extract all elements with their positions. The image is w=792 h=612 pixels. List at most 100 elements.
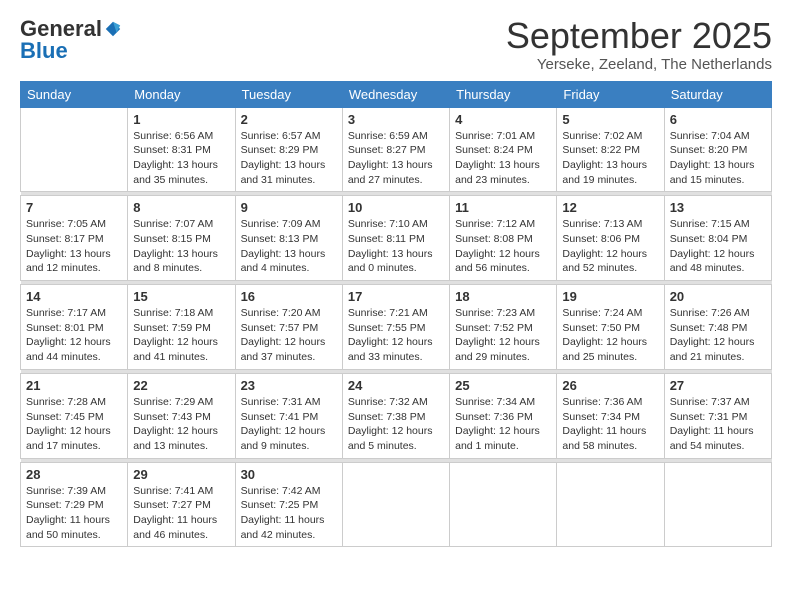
day-cell <box>450 462 557 547</box>
day-cell: 1 Sunrise: 6:56 AMSunset: 8:31 PMDaylight… <box>128 107 235 192</box>
weekday-header: Sunday <box>21 81 128 107</box>
day-info: Sunrise: 7:20 AMSunset: 7:57 PMDaylight:… <box>241 306 337 365</box>
day-cell: 17 Sunrise: 7:21 AMSunset: 7:55 PMDayligh… <box>342 285 449 370</box>
day-info: Sunrise: 7:13 AMSunset: 8:06 PMDaylight:… <box>562 217 658 276</box>
day-number: 25 <box>455 378 551 393</box>
day-cell: 20 Sunrise: 7:26 AMSunset: 7:48 PMDayligh… <box>664 285 771 370</box>
day-cell: 26 Sunrise: 7:36 AMSunset: 7:34 PMDayligh… <box>557 373 664 458</box>
week-row: 1 Sunrise: 6:56 AMSunset: 8:31 PMDaylight… <box>21 107 772 192</box>
day-number: 26 <box>562 378 658 393</box>
day-number: 9 <box>241 200 337 215</box>
day-number: 23 <box>241 378 337 393</box>
day-number: 14 <box>26 289 122 304</box>
day-info: Sunrise: 7:42 AMSunset: 7:25 PMDaylight:… <box>241 484 337 543</box>
day-cell <box>21 107 128 192</box>
day-info: Sunrise: 7:02 AMSunset: 8:22 PMDaylight:… <box>562 129 658 188</box>
day-number: 16 <box>241 289 337 304</box>
day-number: 30 <box>241 467 337 482</box>
day-cell: 12 Sunrise: 7:13 AMSunset: 8:06 PMDayligh… <box>557 196 664 281</box>
day-cell: 19 Sunrise: 7:24 AMSunset: 7:50 PMDayligh… <box>557 285 664 370</box>
day-cell: 2 Sunrise: 6:57 AMSunset: 8:29 PMDaylight… <box>235 107 342 192</box>
day-number: 2 <box>241 112 337 127</box>
weekday-header: Saturday <box>664 81 771 107</box>
day-info: Sunrise: 7:23 AMSunset: 7:52 PMDaylight:… <box>455 306 551 365</box>
weekday-header: Wednesday <box>342 81 449 107</box>
day-cell: 15Sunrise: 7:18 AMSunset: 7:59 PMDayligh… <box>128 285 235 370</box>
day-info: Sunrise: 7:04 AMSunset: 8:20 PMDaylight:… <box>670 129 766 188</box>
day-info: Sunrise: 7:24 AMSunset: 7:50 PMDaylight:… <box>562 306 658 365</box>
day-cell: 13 Sunrise: 7:15 AMSunset: 8:04 PMDayligh… <box>664 196 771 281</box>
day-number: 22 <box>133 378 229 393</box>
day-number: 11 <box>455 200 551 215</box>
day-cell: 5 Sunrise: 7:02 AMSunset: 8:22 PMDaylight… <box>557 107 664 192</box>
day-cell: 9 Sunrise: 7:09 AMSunset: 8:13 PMDaylight… <box>235 196 342 281</box>
day-info: Sunrise: 7:17 AMSunset: 8:01 PMDaylight:… <box>26 306 122 365</box>
day-number: 24 <box>348 378 444 393</box>
week-row: 28 Sunrise: 7:39 AMSunset: 7:29 PMDayligh… <box>21 462 772 547</box>
day-info: Sunrise: 7:15 AMSunset: 8:04 PMDaylight:… <box>670 217 766 276</box>
day-number: 13 <box>670 200 766 215</box>
day-cell: 25 Sunrise: 7:34 AMSunset: 7:36 PMDayligh… <box>450 373 557 458</box>
day-info: Sunrise: 7:34 AMSunset: 7:36 PMDaylight:… <box>455 395 551 454</box>
week-row: 7Sunrise: 7:05 AMSunset: 8:17 PMDaylight… <box>21 196 772 281</box>
day-cell: 14 Sunrise: 7:17 AMSunset: 8:01 PMDayligh… <box>21 285 128 370</box>
day-info: Sunrise: 7:36 AMSunset: 7:34 PMDaylight:… <box>562 395 658 454</box>
day-number: 27 <box>670 378 766 393</box>
day-info: Sunrise: 7:07 AMSunset: 8:15 PMDaylight:… <box>133 217 229 276</box>
header: General Blue September 2025 Yerseke, Zee… <box>20 16 772 73</box>
day-number: 12 <box>562 200 658 215</box>
day-cell: 29 Sunrise: 7:41 AMSunset: 7:27 PMDayligh… <box>128 462 235 547</box>
day-number: 10 <box>348 200 444 215</box>
day-cell: 18 Sunrise: 7:23 AMSunset: 7:52 PMDayligh… <box>450 285 557 370</box>
day-cell: 30 Sunrise: 7:42 AMSunset: 7:25 PMDayligh… <box>235 462 342 547</box>
logo-blue: Blue <box>20 38 68 64</box>
day-number: 19 <box>562 289 658 304</box>
day-cell: 10 Sunrise: 7:10 AMSunset: 8:11 PMDayligh… <box>342 196 449 281</box>
day-info: Sunrise: 6:59 AMSunset: 8:27 PMDaylight:… <box>348 129 444 188</box>
day-cell: 21Sunrise: 7:28 AMSunset: 7:45 PMDayligh… <box>21 373 128 458</box>
day-cell: 23 Sunrise: 7:31 AMSunset: 7:41 PMDayligh… <box>235 373 342 458</box>
day-info: Sunrise: 7:41 AMSunset: 7:27 PMDaylight:… <box>133 484 229 543</box>
weekday-header: Tuesday <box>235 81 342 107</box>
day-info: Sunrise: 7:05 AMSunset: 8:17 PMDaylight:… <box>26 217 122 276</box>
day-info: Sunrise: 6:56 AMSunset: 8:31 PMDaylight:… <box>133 129 229 188</box>
day-number: 28 <box>26 467 122 482</box>
month-title: September 2025 <box>506 16 772 56</box>
day-number: 17 <box>348 289 444 304</box>
day-cell <box>664 462 771 547</box>
day-cell: 7Sunrise: 7:05 AMSunset: 8:17 PMDaylight… <box>21 196 128 281</box>
logo-icon <box>104 20 122 38</box>
day-cell: 4 Sunrise: 7:01 AMSunset: 8:24 PMDaylight… <box>450 107 557 192</box>
day-number: 8 <box>133 200 229 215</box>
day-info: Sunrise: 7:10 AMSunset: 8:11 PMDaylight:… <box>348 217 444 276</box>
day-cell: 22Sunrise: 7:29 AMSunset: 7:43 PMDayligh… <box>128 373 235 458</box>
day-cell: 11 Sunrise: 7:12 AMSunset: 8:08 PMDayligh… <box>450 196 557 281</box>
day-number: 15 <box>133 289 229 304</box>
day-info: Sunrise: 7:31 AMSunset: 7:41 PMDaylight:… <box>241 395 337 454</box>
day-number: 4 <box>455 112 551 127</box>
weekday-header: Thursday <box>450 81 557 107</box>
weekday-header: Monday <box>128 81 235 107</box>
day-info: Sunrise: 7:12 AMSunset: 8:08 PMDaylight:… <box>455 217 551 276</box>
day-number: 3 <box>348 112 444 127</box>
logo: General Blue <box>20 16 122 64</box>
week-row: 14 Sunrise: 7:17 AMSunset: 8:01 PMDayligh… <box>21 285 772 370</box>
day-info: Sunrise: 7:01 AMSunset: 8:24 PMDaylight:… <box>455 129 551 188</box>
day-number: 5 <box>562 112 658 127</box>
calendar: SundayMondayTuesdayWednesdayThursdayFrid… <box>20 81 772 548</box>
day-number: 29 <box>133 467 229 482</box>
day-number: 21 <box>26 378 122 393</box>
day-info: Sunrise: 7:09 AMSunset: 8:13 PMDaylight:… <box>241 217 337 276</box>
day-number: 1 <box>133 112 229 127</box>
weekday-header: Friday <box>557 81 664 107</box>
day-info: Sunrise: 6:57 AMSunset: 8:29 PMDaylight:… <box>241 129 337 188</box>
day-cell: 16 Sunrise: 7:20 AMSunset: 7:57 PMDayligh… <box>235 285 342 370</box>
location: Yerseke, Zeeland, The Netherlands <box>506 56 772 73</box>
day-number: 18 <box>455 289 551 304</box>
day-info: Sunrise: 7:39 AMSunset: 7:29 PMDaylight:… <box>26 484 122 543</box>
day-info: Sunrise: 7:37 AMSunset: 7:31 PMDaylight:… <box>670 395 766 454</box>
title-block: September 2025 Yerseke, Zeeland, The Net… <box>506 16 772 73</box>
day-number: 20 <box>670 289 766 304</box>
day-info: Sunrise: 7:21 AMSunset: 7:55 PMDaylight:… <box>348 306 444 365</box>
day-info: Sunrise: 7:26 AMSunset: 7:48 PMDaylight:… <box>670 306 766 365</box>
